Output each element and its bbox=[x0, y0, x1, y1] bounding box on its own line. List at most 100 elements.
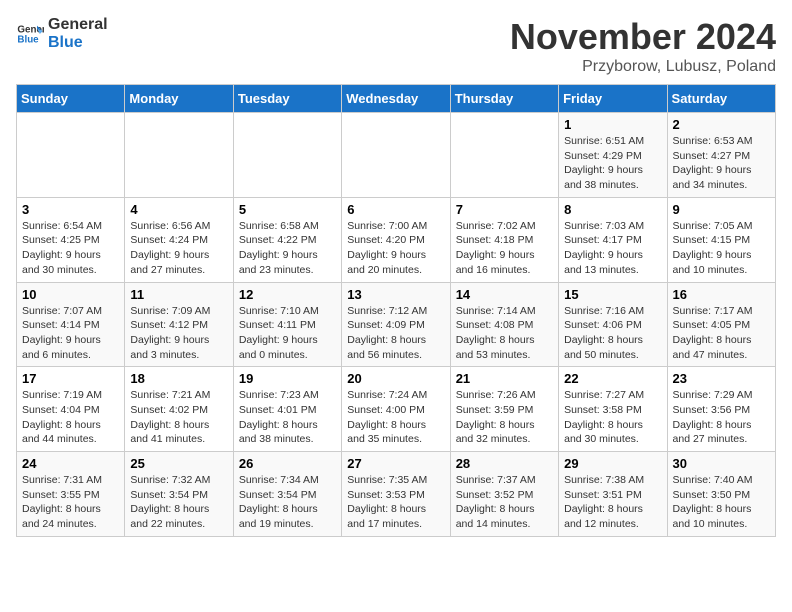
day-info: Sunrise: 6:58 AM Sunset: 4:22 PM Dayligh… bbox=[239, 219, 336, 278]
day-info: Sunrise: 7:09 AM Sunset: 4:12 PM Dayligh… bbox=[130, 304, 227, 363]
calendar-cell: 6Sunrise: 7:00 AM Sunset: 4:20 PM Daylig… bbox=[342, 197, 450, 282]
calendar-cell: 29 Sunrise: 7:38 AM Sunset: 3:51 PM Dayli… bbox=[559, 452, 667, 537]
logo-line1: General bbox=[48, 16, 108, 34]
day-info: Sunrise: 7:17 AM Sunset: 4:05 PM Dayligh… bbox=[673, 304, 770, 363]
calendar-cell: 28Sunrise: 7:37 AM Sunset: 3:52 PM Dayli… bbox=[450, 452, 558, 537]
weekday-header-row: SundayMondayTuesdayWednesdayThursdayFrid… bbox=[17, 85, 776, 113]
calendar-cell: 11 Sunrise: 7:09 AM Sunset: 4:12 PM Dayli… bbox=[125, 282, 233, 367]
day-info: Sunrise: 7:02 AM Sunset: 4:18 PM Dayligh… bbox=[456, 219, 553, 278]
day-info: Sunrise: 7:24 AM Sunset: 4:00 PM Dayligh… bbox=[347, 388, 444, 447]
calendar-cell: 18 Sunrise: 7:21 AM Sunset: 4:02 PM Dayli… bbox=[125, 367, 233, 452]
day-number: 19 bbox=[239, 371, 336, 386]
calendar-cell bbox=[342, 113, 450, 198]
weekday-header-saturday: Saturday bbox=[667, 85, 775, 113]
calendar-cell: 16 Sunrise: 7:17 AM Sunset: 4:05 PM Dayli… bbox=[667, 282, 775, 367]
day-info: Sunrise: 7:05 AM Sunset: 4:15 PM Dayligh… bbox=[673, 219, 770, 278]
day-number: 6 bbox=[347, 202, 444, 217]
day-number: 9 bbox=[673, 202, 770, 217]
day-number: 26 bbox=[239, 456, 336, 471]
day-number: 15 bbox=[564, 287, 661, 302]
day-number: 5 bbox=[239, 202, 336, 217]
day-info: Sunrise: 6:54 AM Sunset: 4:25 PM Dayligh… bbox=[22, 219, 119, 278]
calendar-cell: 21Sunrise: 7:26 AM Sunset: 3:59 PM Dayli… bbox=[450, 367, 558, 452]
calendar-cell bbox=[17, 113, 125, 198]
day-number: 10 bbox=[22, 287, 119, 302]
title-section: November 2024 Przyborow, Lubusz, Poland bbox=[510, 16, 776, 76]
day-info: Sunrise: 7:21 AM Sunset: 4:02 PM Dayligh… bbox=[130, 388, 227, 447]
calendar-cell: 4 Sunrise: 6:56 AM Sunset: 4:24 PM Daylig… bbox=[125, 197, 233, 282]
weekday-header-wednesday: Wednesday bbox=[342, 85, 450, 113]
svg-text:Blue: Blue bbox=[17, 34, 39, 45]
day-info: Sunrise: 7:16 AM Sunset: 4:06 PM Dayligh… bbox=[564, 304, 661, 363]
logo: General Blue General Blue bbox=[16, 16, 108, 52]
calendar-cell: 17 Sunrise: 7:19 AM Sunset: 4:04 PM Dayli… bbox=[17, 367, 125, 452]
calendar-cell: 26 Sunrise: 7:34 AM Sunset: 3:54 PM Dayli… bbox=[233, 452, 341, 537]
calendar-cell: 30Sunrise: 7:40 AM Sunset: 3:50 PM Dayli… bbox=[667, 452, 775, 537]
calendar-cell: 2 Sunrise: 6:53 AM Sunset: 4:27 PM Daylig… bbox=[667, 113, 775, 198]
calendar-cell: 20 Sunrise: 7:24 AM Sunset: 4:00 PM Dayli… bbox=[342, 367, 450, 452]
day-info: Sunrise: 7:31 AM Sunset: 3:55 PM Dayligh… bbox=[22, 473, 119, 532]
calendar-cell: 10 Sunrise: 7:07 AM Sunset: 4:14 PM Dayli… bbox=[17, 282, 125, 367]
weekday-header-tuesday: Tuesday bbox=[233, 85, 341, 113]
day-number: 30 bbox=[673, 456, 770, 471]
calendar-cell bbox=[233, 113, 341, 198]
calendar-cell: 5 Sunrise: 6:58 AM Sunset: 4:22 PM Daylig… bbox=[233, 197, 341, 282]
weekday-header-thursday: Thursday bbox=[450, 85, 558, 113]
day-number: 3 bbox=[22, 202, 119, 217]
day-info: Sunrise: 7:27 AM Sunset: 3:58 PM Dayligh… bbox=[564, 388, 661, 447]
location-title: Przyborow, Lubusz, Poland bbox=[510, 58, 776, 76]
day-number: 18 bbox=[130, 371, 227, 386]
day-number: 17 bbox=[22, 371, 119, 386]
calendar-cell: 13Sunrise: 7:12 AM Sunset: 4:09 PM Dayli… bbox=[342, 282, 450, 367]
calendar-cell: 9 Sunrise: 7:05 AM Sunset: 4:15 PM Daylig… bbox=[667, 197, 775, 282]
day-number: 12 bbox=[239, 287, 336, 302]
calendar-cell: 12 Sunrise: 7:10 AM Sunset: 4:11 PM Dayli… bbox=[233, 282, 341, 367]
day-number: 4 bbox=[130, 202, 227, 217]
day-info: Sunrise: 7:34 AM Sunset: 3:54 PM Dayligh… bbox=[239, 473, 336, 532]
calendar-cell: 7 Sunrise: 7:02 AM Sunset: 4:18 PM Daylig… bbox=[450, 197, 558, 282]
day-info: Sunrise: 7:10 AM Sunset: 4:11 PM Dayligh… bbox=[239, 304, 336, 363]
calendar-cell: 14Sunrise: 7:14 AM Sunset: 4:08 PM Dayli… bbox=[450, 282, 558, 367]
calendar-cell: 24 Sunrise: 7:31 AM Sunset: 3:55 PM Dayli… bbox=[17, 452, 125, 537]
day-number: 24 bbox=[22, 456, 119, 471]
day-number: 20 bbox=[347, 371, 444, 386]
day-info: Sunrise: 6:51 AM Sunset: 4:29 PM Dayligh… bbox=[564, 134, 661, 193]
calendar-cell bbox=[450, 113, 558, 198]
weekday-header-monday: Monday bbox=[125, 85, 233, 113]
day-number: 1 bbox=[564, 117, 661, 132]
day-number: 23 bbox=[673, 371, 770, 386]
day-number: 8 bbox=[564, 202, 661, 217]
calendar-cell: 19 Sunrise: 7:23 AM Sunset: 4:01 PM Dayli… bbox=[233, 367, 341, 452]
day-info: Sunrise: 6:56 AM Sunset: 4:24 PM Dayligh… bbox=[130, 219, 227, 278]
day-info: Sunrise: 7:32 AM Sunset: 3:54 PM Dayligh… bbox=[130, 473, 227, 532]
calendar-cell: 27Sunrise: 7:35 AM Sunset: 3:53 PM Dayli… bbox=[342, 452, 450, 537]
day-info: Sunrise: 7:29 AM Sunset: 3:56 PM Dayligh… bbox=[673, 388, 770, 447]
weekday-header-sunday: Sunday bbox=[17, 85, 125, 113]
day-info: Sunrise: 7:23 AM Sunset: 4:01 PM Dayligh… bbox=[239, 388, 336, 447]
day-number: 16 bbox=[673, 287, 770, 302]
day-number: 7 bbox=[456, 202, 553, 217]
day-info: Sunrise: 7:19 AM Sunset: 4:04 PM Dayligh… bbox=[22, 388, 119, 447]
calendar-cell bbox=[125, 113, 233, 198]
weekday-header-friday: Friday bbox=[559, 85, 667, 113]
day-info: Sunrise: 7:38 AM Sunset: 3:51 PM Dayligh… bbox=[564, 473, 661, 532]
day-number: 29 bbox=[564, 456, 661, 471]
day-info: Sunrise: 7:07 AM Sunset: 4:14 PM Dayligh… bbox=[22, 304, 119, 363]
day-number: 2 bbox=[673, 117, 770, 132]
calendar-cell: 25 Sunrise: 7:32 AM Sunset: 3:54 PM Dayli… bbox=[125, 452, 233, 537]
day-number: 22 bbox=[564, 371, 661, 386]
month-title: November 2024 bbox=[510, 16, 776, 58]
calendar-cell: 15 Sunrise: 7:16 AM Sunset: 4:06 PM Dayli… bbox=[559, 282, 667, 367]
week-row-1: 1 Sunrise: 6:51 AM Sunset: 4:29 PM Daylig… bbox=[17, 113, 776, 198]
day-info: Sunrise: 7:35 AM Sunset: 3:53 PM Dayligh… bbox=[347, 473, 444, 532]
day-number: 11 bbox=[130, 287, 227, 302]
calendar-cell: 1 Sunrise: 6:51 AM Sunset: 4:29 PM Daylig… bbox=[559, 113, 667, 198]
day-info: Sunrise: 6:53 AM Sunset: 4:27 PM Dayligh… bbox=[673, 134, 770, 193]
day-number: 25 bbox=[130, 456, 227, 471]
calendar-cell: 3 Sunrise: 6:54 AM Sunset: 4:25 PM Daylig… bbox=[17, 197, 125, 282]
calendar-cell: 23 Sunrise: 7:29 AM Sunset: 3:56 PM Dayli… bbox=[667, 367, 775, 452]
day-info: Sunrise: 7:03 AM Sunset: 4:17 PM Dayligh… bbox=[564, 219, 661, 278]
week-row-3: 10 Sunrise: 7:07 AM Sunset: 4:14 PM Dayli… bbox=[17, 282, 776, 367]
calendar-table: SundayMondayTuesdayWednesdayThursdayFrid… bbox=[16, 84, 776, 537]
day-info: Sunrise: 7:14 AM Sunset: 4:08 PM Dayligh… bbox=[456, 304, 553, 363]
